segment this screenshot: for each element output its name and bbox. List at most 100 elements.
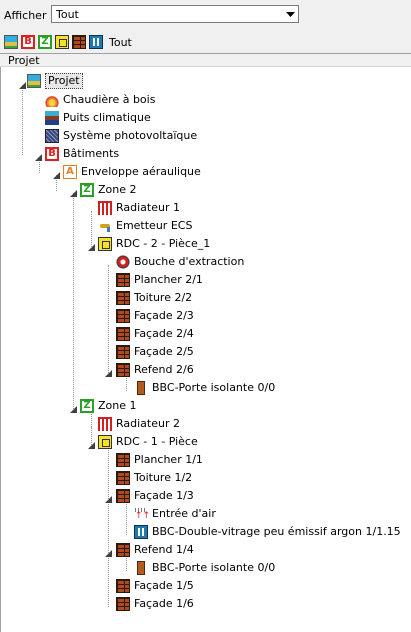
filter-vitrage-icon[interactable] [89,35,103,49]
panel-header: Projet [0,53,411,67]
tree-node-label: Radiateur 1 [116,201,180,214]
brick-wall-icon [116,309,130,323]
collapse-toggle[interactable] [53,169,60,179]
tree-node-label: Bâtiments [63,147,120,160]
tree-node-refend14[interactable]: Refend 1/4 [116,542,194,558]
tree-node-label: Plancher 2/1 [134,273,203,286]
tree-node-label: RDC - 1 - Pièce [116,435,198,448]
tree-node-facade16[interactable]: Façade 1/6 [116,596,194,612]
tree-node-label: BBC-Double-vitrage peu émissif argon 1/1… [152,525,401,538]
filter-projet-icon[interactable] [4,35,18,49]
collapse-toggle[interactable] [105,547,112,557]
brick-wall-icon [116,345,130,359]
tree-node-radiateur2[interactable]: Radiateur 2 [98,416,180,432]
tree-node-label: Radiateur 2 [116,417,180,430]
brick-wall-icon [116,363,130,377]
collapse-toggle[interactable] [105,493,112,503]
bouche-extraction-icon [116,255,130,269]
tree-node-vitrage[interactable]: BBC-Double-vitrage peu émissif argon 1/1… [134,524,401,540]
tree-node-plancher21[interactable]: Plancher 2/1 [116,272,203,288]
filter-zone-icon[interactable]: Z [38,35,52,49]
tree-node-porte1[interactable]: BBC-Porte isolante 0/0 [134,560,275,576]
solar-panel-icon [45,129,59,143]
collapse-toggle[interactable] [70,403,77,413]
collapse-toggle[interactable] [105,367,112,377]
door-icon [134,381,148,395]
afficher-select[interactable]: Tout [51,5,299,23]
collapse-toggle[interactable] [88,439,95,449]
tree-line [126,499,127,535]
brick-wall-icon [116,327,130,341]
tree-node-entree[interactable]: Entrée d'air [134,506,216,522]
tree-node-radiateur1[interactable]: Radiateur 1 [98,200,180,216]
tree-node-label: BBC-Porte isolante 0/0 [152,561,276,574]
filter-paroi-icon[interactable] [72,35,86,49]
tree-node-facade15[interactable]: Façade 1/5 [116,578,194,594]
filter-tout-label[interactable]: Tout [109,36,132,49]
filter-bar: B Z Tout [4,35,132,49]
tree-node-facade25[interactable]: Façade 2/5 [116,344,194,360]
tree-node-facade13[interactable]: Façade 1/3 [116,488,194,504]
filter-batiment-icon[interactable]: B [21,35,35,49]
tree-node-label: BBC-Porte isolante 0/0 [152,381,276,394]
tree-node-zone2[interactable]: Z Zone 2 [80,182,137,198]
air-inlet-icon [134,507,150,521]
tree-node-rdc1[interactable]: RDC - 1 - Pièce [98,434,198,450]
tree-node-label: Système photovoltaïque [63,129,198,142]
window-icon [134,525,148,539]
collapse-toggle[interactable] [70,187,77,197]
tree-node-label: Enveloppe aéraulique [81,165,201,178]
tree-node-enveloppe[interactable]: A Enveloppe aéraulique [63,164,201,180]
tree-line [22,85,23,155]
faucet-icon [98,219,112,233]
radiator-icon [98,417,112,431]
tree-node-refend26[interactable]: Refend 2/6 [116,362,194,378]
tree-node-projet[interactable]: Projet [27,73,83,89]
collapse-toggle[interactable] [35,151,42,161]
tree-node-label: Entrée d'air [152,507,216,520]
tree-node-plancher11[interactable]: Plancher 1/1 [116,452,203,468]
tree-node-pv[interactable]: Système photovoltaïque [45,128,197,144]
brick-wall-icon [116,579,130,593]
tree-line [108,265,109,373]
tree-node-puits[interactable]: Puits climatique [45,110,151,126]
tree-node-label: Façade 2/5 [134,345,194,358]
tree-node-batiments[interactable]: B Bâtiments [45,146,119,162]
tree-node-facade24[interactable]: Façade 2/4 [116,326,194,342]
collapse-toggle[interactable] [88,241,95,251]
brick-wall-icon [116,543,130,557]
tree-node-label: Façade 2/4 [134,327,194,340]
flame-icon [45,93,59,107]
radiator-icon [98,201,112,215]
afficher-select-value: Tout [56,8,79,21]
zone-icon: Z [80,183,94,197]
tree-node-toiture22[interactable]: Toiture 2/2 [116,290,192,306]
tree-node-label: Façade 1/3 [134,489,194,502]
panel-title: Projet [8,54,40,67]
tree-node-label: Puits climatique [63,111,151,124]
toolbar: Afficher Tout B Z Tout [0,0,411,53]
zone-icon: Z [80,399,94,413]
puits-icon [45,111,59,125]
tree-node-label: Façade 2/3 [134,309,194,322]
tree-node-rdc2[interactable]: RDC - 2 - Pièce_1 [98,236,210,252]
tree-node-bouche[interactable]: Bouche d'extraction [116,254,244,270]
tree-node-emetteur[interactable]: Emetteur ECS [98,218,192,234]
tree-node-toiture12[interactable]: Toiture 1/2 [116,470,192,486]
tree-node-label: Emetteur ECS [116,219,193,232]
filter-piece-icon[interactable] [55,35,69,49]
brick-wall-icon [116,489,130,503]
brick-wall-icon [116,471,130,485]
tree-node-zone1[interactable]: Z Zone 1 [80,398,137,414]
tree-node-label: Toiture 1/2 [134,471,193,484]
tree-node-porte2[interactable]: BBC-Porte isolante 0/0 [134,380,275,396]
tree-node-chaudiere[interactable]: Chaudière à bois [45,92,155,108]
tree-node-label: Façade 1/6 [134,597,194,610]
brick-wall-icon [116,273,130,287]
piece-icon [98,435,112,449]
tree-node-label: Zone 2 [98,183,137,196]
tree-node-facade23[interactable]: Façade 2/3 [116,308,194,324]
tree-node-label: Refend 2/6 [134,363,194,376]
tree-node-label: RDC - 2 - Pièce_1 [116,237,211,250]
collapse-toggle[interactable] [19,79,26,89]
